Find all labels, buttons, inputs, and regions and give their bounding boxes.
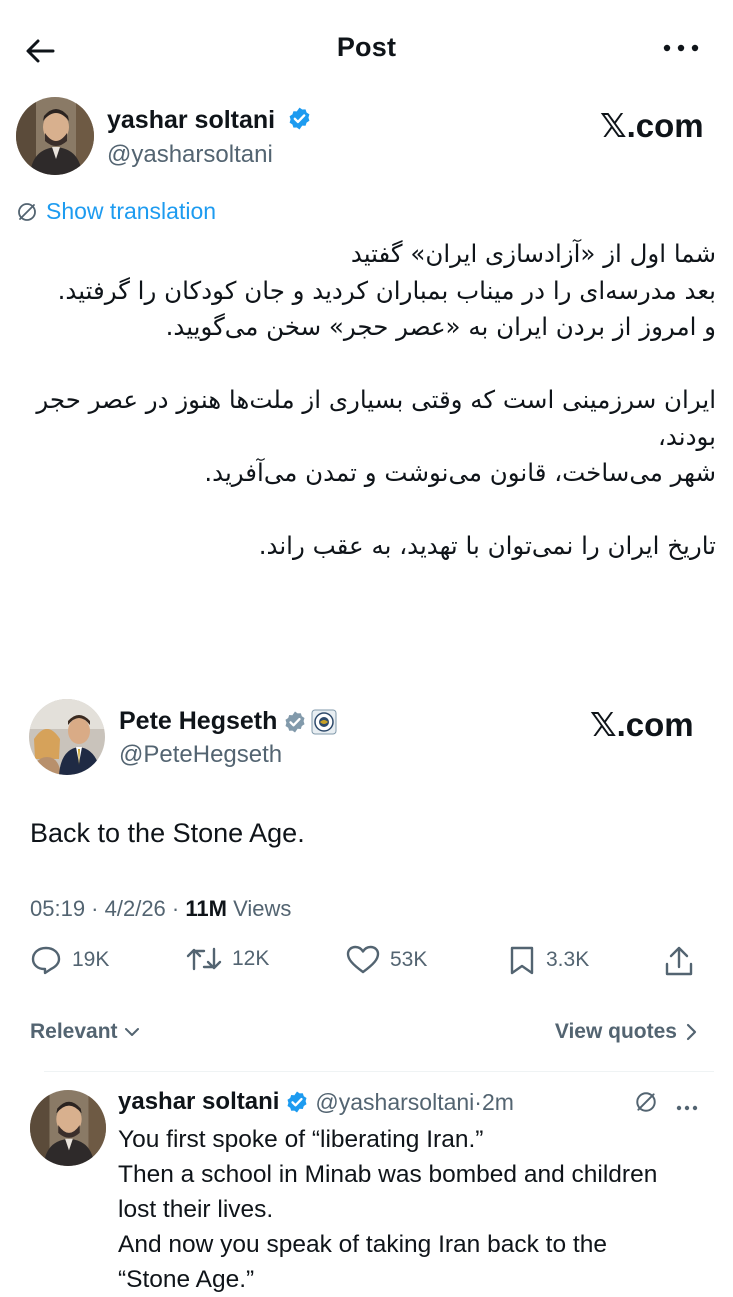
body-line: شهر می‌ساخت، قانون می‌نوشت و تمدن می‌آفر…: [204, 458, 716, 487]
bookmark-button[interactable]: 3.3K: [508, 945, 589, 975]
top-bar: Post: [0, 0, 733, 100]
reply-text: You first spoke of “liberating Iran.” Th…: [118, 1122, 708, 1297]
share-icon: [665, 946, 693, 976]
reply-count: 19K: [72, 948, 110, 971]
reply-avatar[interactable]: [30, 1090, 106, 1166]
like-button[interactable]: 53K: [346, 945, 427, 975]
quoted-author-name[interactable]: Pete Hegseth: [119, 707, 277, 736]
reply-author-name[interactable]: yashar soltani: [118, 1088, 279, 1116]
post-body: شما اول از «آزادسازی ایران» گفتید بعد مد…: [20, 236, 716, 565]
reply-time[interactable]: 2m: [482, 1089, 514, 1116]
translate-button[interactable]: [634, 1090, 658, 1114]
repost-icon: [186, 947, 222, 971]
translate-icon: [18, 202, 36, 221]
quoted-avatar[interactable]: [29, 699, 105, 775]
reply-line: And now you speak of taking Iran back to…: [118, 1231, 607, 1258]
show-translation-label: Show translation: [46, 198, 217, 224]
author-photo: [30, 1090, 106, 1166]
author-name-row: yashar soltani: [107, 106, 312, 135]
like-count: 53K: [390, 948, 428, 971]
quoted-author-photo: [29, 699, 105, 775]
more-horizontal-icon: [676, 1105, 698, 1111]
repost-button[interactable]: 12K: [186, 945, 269, 973]
reply-header: yashar soltani @yasharsoltani · 2m: [118, 1088, 514, 1116]
more-horizontal-icon: [663, 44, 699, 52]
author-photo: [16, 97, 94, 175]
reply-author-handle[interactable]: @yasharsoltani: [315, 1089, 474, 1116]
reply-button[interactable]: 19K: [30, 945, 109, 975]
repost-count: 12K: [232, 947, 270, 970]
share-button[interactable]: [664, 945, 694, 977]
reply-line: lost their lives.: [118, 1196, 274, 1223]
heart-icon: [346, 945, 380, 974]
separator: ·: [165, 896, 186, 921]
translate-icon: [636, 1092, 656, 1112]
body-line: و امروز از بردن ایران به «عصر حجر» سخن م…: [165, 312, 716, 341]
replies-sort-row: Relevant View quotes: [0, 1014, 733, 1050]
verified-badge-icon: [287, 1091, 307, 1113]
page-title: Post: [336, 32, 397, 62]
separator: ·: [85, 896, 105, 921]
avatar[interactable]: [16, 97, 94, 175]
separator: ·: [474, 1088, 482, 1115]
body-line: تاریخ ایران را نمی‌توان با تهدید، به عقب…: [258, 531, 716, 560]
view-quotes-link[interactable]: View quotes: [555, 1020, 697, 1044]
show-translation-link[interactable]: Show translation: [16, 198, 216, 225]
chevron-right-icon: [686, 1023, 697, 1041]
post-meta: 05:19 · 4/2/26 · 11M Views: [30, 896, 291, 922]
government-seal-icon: [311, 709, 337, 734]
quoted-post-text: Back to the Stone Age.: [30, 818, 305, 848]
author-handle[interactable]: @yasharsoltani: [107, 141, 273, 169]
quoted-name-row: Pete Hegseth: [119, 707, 337, 736]
divider: [44, 1071, 714, 1072]
views-label: Views: [226, 896, 292, 921]
sort-label: Relevant: [30, 1020, 118, 1043]
verified-badge-gray-icon: [285, 711, 305, 732]
bookmark-icon: [510, 946, 534, 975]
body-line: شما اول از «آزادسازی ایران» گفتید: [350, 239, 716, 268]
body-line: ایران سرزمینی است که وقتی بسیاری از ملت‌…: [36, 385, 716, 451]
author-name[interactable]: yashar soltani: [107, 106, 275, 134]
views-count: 11M: [185, 896, 227, 921]
quoted-author-handle[interactable]: @PeteHegseth: [119, 741, 282, 769]
sort-dropdown[interactable]: Relevant: [30, 1020, 140, 1044]
reply-icon: [31, 946, 61, 975]
body-line: بعد مدرسه‌ای را در میناب بمباران کردید و…: [57, 275, 716, 305]
reply-line: You first spoke of “liberating Iran.”: [118, 1126, 484, 1153]
reply-line: Then a school in Minab was bombed and ch…: [118, 1161, 658, 1188]
action-bar: 19K 12K 53K 3.3K: [0, 945, 733, 987]
reply-more-button[interactable]: [676, 1098, 700, 1111]
view-quotes-label: View quotes: [554, 1020, 677, 1043]
xcom-watermark: 𝕏.com: [600, 107, 704, 144]
more-options-button[interactable]: [660, 36, 702, 60]
post-date[interactable]: 4/2/26: [105, 896, 166, 921]
chevron-down-icon: [124, 1028, 139, 1036]
bookmark-count: 3.3K: [546, 948, 590, 971]
post-time[interactable]: 05:19: [30, 896, 85, 921]
xcom-watermark: 𝕏.com: [590, 706, 694, 743]
verified-badge-icon: [289, 107, 310, 130]
